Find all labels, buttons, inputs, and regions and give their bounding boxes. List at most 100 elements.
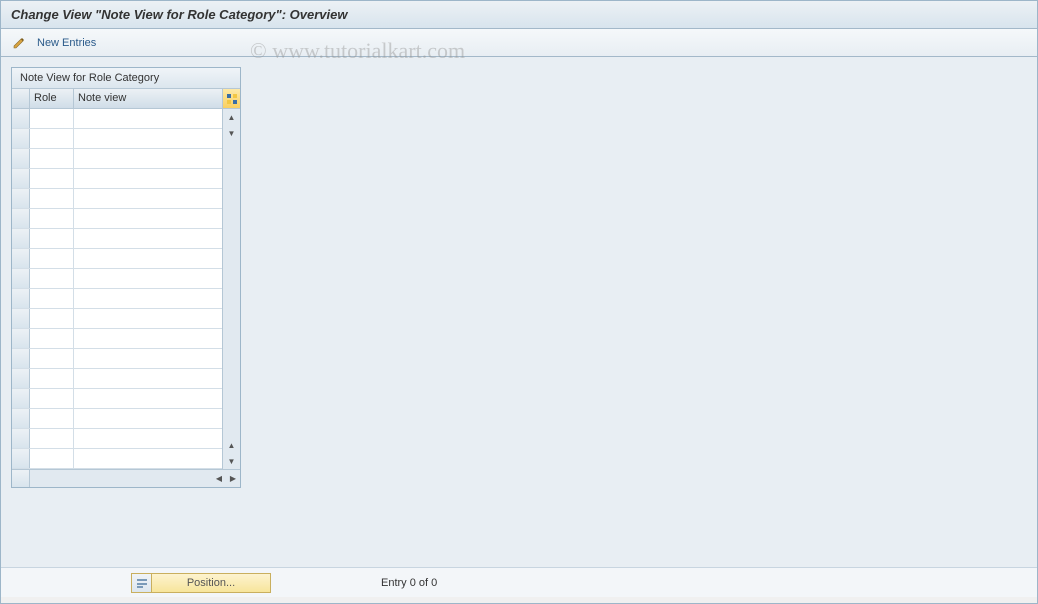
cell-note-view[interactable] bbox=[74, 229, 222, 248]
row-selector[interactable] bbox=[12, 169, 30, 188]
horizontal-scrollbar[interactable]: ◀ ▶ bbox=[12, 469, 240, 487]
cell-note-view[interactable] bbox=[74, 169, 222, 188]
cell-role[interactable] bbox=[30, 249, 74, 268]
scroll-left-icon[interactable]: ◀ bbox=[212, 471, 226, 487]
row-selector[interactable] bbox=[12, 409, 30, 428]
cell-role[interactable] bbox=[30, 209, 74, 228]
row-selector[interactable] bbox=[12, 149, 30, 168]
cell-role[interactable] bbox=[30, 389, 74, 408]
entry-count-text: Entry 0 of 0 bbox=[381, 577, 437, 589]
cell-note-view[interactable] bbox=[74, 189, 222, 208]
cell-role[interactable] bbox=[30, 329, 74, 348]
row-selector[interactable] bbox=[12, 229, 30, 248]
pencil-icon[interactable] bbox=[11, 35, 27, 51]
table-row bbox=[12, 109, 222, 129]
table-row bbox=[12, 129, 222, 149]
table-row bbox=[12, 249, 222, 269]
cell-role[interactable] bbox=[30, 289, 74, 308]
row-selector[interactable] bbox=[12, 129, 30, 148]
scroll-down-icon[interactable]: ▼ bbox=[224, 125, 240, 141]
cell-role[interactable] bbox=[30, 269, 74, 288]
new-entries-button[interactable]: New Entries bbox=[33, 35, 100, 51]
table-row bbox=[12, 409, 222, 429]
table-container: Note View for Role Category Role Note vi… bbox=[11, 67, 241, 488]
cell-note-view[interactable] bbox=[74, 109, 222, 128]
table-row bbox=[12, 189, 222, 209]
cell-note-view[interactable] bbox=[74, 349, 222, 368]
row-selector[interactable] bbox=[12, 189, 30, 208]
column-header-role[interactable]: Role bbox=[30, 89, 74, 108]
column-header-note-view[interactable]: Note view bbox=[74, 89, 222, 108]
cell-role[interactable] bbox=[30, 449, 74, 468]
scroll-right-icon[interactable]: ▶ bbox=[226, 471, 240, 487]
row-selector[interactable] bbox=[12, 249, 30, 268]
table-row bbox=[12, 229, 222, 249]
cell-note-view[interactable] bbox=[74, 289, 222, 308]
table-body: ▲ ▼ ▲ ▼ bbox=[12, 109, 240, 469]
row-selector[interactable] bbox=[12, 329, 30, 348]
position-label: Position... bbox=[152, 577, 270, 589]
table-row bbox=[12, 349, 222, 369]
table-row bbox=[12, 429, 222, 449]
table-row bbox=[12, 209, 222, 229]
vertical-scrollbar[interactable]: ▲ ▼ ▲ ▼ bbox=[222, 109, 240, 469]
cell-note-view[interactable] bbox=[74, 209, 222, 228]
cell-role[interactable] bbox=[30, 229, 74, 248]
row-selector[interactable] bbox=[12, 269, 30, 288]
select-all-header[interactable] bbox=[12, 89, 30, 108]
table-row bbox=[12, 169, 222, 189]
cell-note-view[interactable] bbox=[74, 309, 222, 328]
table-config-button[interactable] bbox=[222, 89, 240, 108]
position-icon bbox=[132, 574, 152, 592]
cell-role[interactable] bbox=[30, 109, 74, 128]
cell-role[interactable] bbox=[30, 349, 74, 368]
cell-note-view[interactable] bbox=[74, 369, 222, 388]
cell-role[interactable] bbox=[30, 309, 74, 328]
cell-note-view[interactable] bbox=[74, 389, 222, 408]
cell-note-view[interactable] bbox=[74, 449, 222, 468]
cell-note-view[interactable] bbox=[74, 269, 222, 288]
cell-role[interactable] bbox=[30, 129, 74, 148]
footer-bar: Position... Entry 0 of 0 bbox=[1, 567, 1037, 597]
cell-role[interactable] bbox=[30, 429, 74, 448]
table-row bbox=[12, 309, 222, 329]
scroll-down-icon[interactable]: ▼ bbox=[224, 453, 240, 469]
row-selector[interactable] bbox=[12, 389, 30, 408]
table-row bbox=[12, 329, 222, 349]
row-selector[interactable] bbox=[12, 109, 30, 128]
table-row bbox=[12, 289, 222, 309]
position-button[interactable]: Position... bbox=[131, 573, 271, 593]
row-selector[interactable] bbox=[12, 209, 30, 228]
table-row bbox=[12, 369, 222, 389]
row-selector[interactable] bbox=[12, 449, 30, 468]
scroll-corner bbox=[12, 470, 30, 487]
cell-note-view[interactable] bbox=[74, 129, 222, 148]
scroll-up-icon[interactable]: ▲ bbox=[224, 437, 240, 453]
table-title: Note View for Role Category bbox=[12, 68, 240, 89]
cell-note-view[interactable] bbox=[74, 409, 222, 428]
page-title-bar: Change View "Note View for Role Category… bbox=[1, 1, 1037, 29]
page-title: Change View "Note View for Role Category… bbox=[11, 7, 347, 22]
row-selector[interactable] bbox=[12, 309, 30, 328]
cell-role[interactable] bbox=[30, 369, 74, 388]
table-row bbox=[12, 449, 222, 469]
row-selector[interactable] bbox=[12, 349, 30, 368]
row-selector[interactable] bbox=[12, 429, 30, 448]
cell-role[interactable] bbox=[30, 169, 74, 188]
table-row bbox=[12, 269, 222, 289]
table-header-row: Role Note view bbox=[12, 89, 240, 109]
cell-role[interactable] bbox=[30, 149, 74, 168]
scroll-up-icon[interactable]: ▲ bbox=[224, 109, 240, 125]
cell-note-view[interactable] bbox=[74, 429, 222, 448]
table-row bbox=[12, 389, 222, 409]
row-selector[interactable] bbox=[12, 369, 30, 388]
cell-note-view[interactable] bbox=[74, 249, 222, 268]
table-row bbox=[12, 149, 222, 169]
content-area: Note View for Role Category Role Note vi… bbox=[1, 57, 1037, 567]
cell-role[interactable] bbox=[30, 409, 74, 428]
cell-note-view[interactable] bbox=[74, 329, 222, 348]
table-config-icon bbox=[226, 93, 238, 105]
row-selector[interactable] bbox=[12, 289, 30, 308]
cell-role[interactable] bbox=[30, 189, 74, 208]
cell-note-view[interactable] bbox=[74, 149, 222, 168]
